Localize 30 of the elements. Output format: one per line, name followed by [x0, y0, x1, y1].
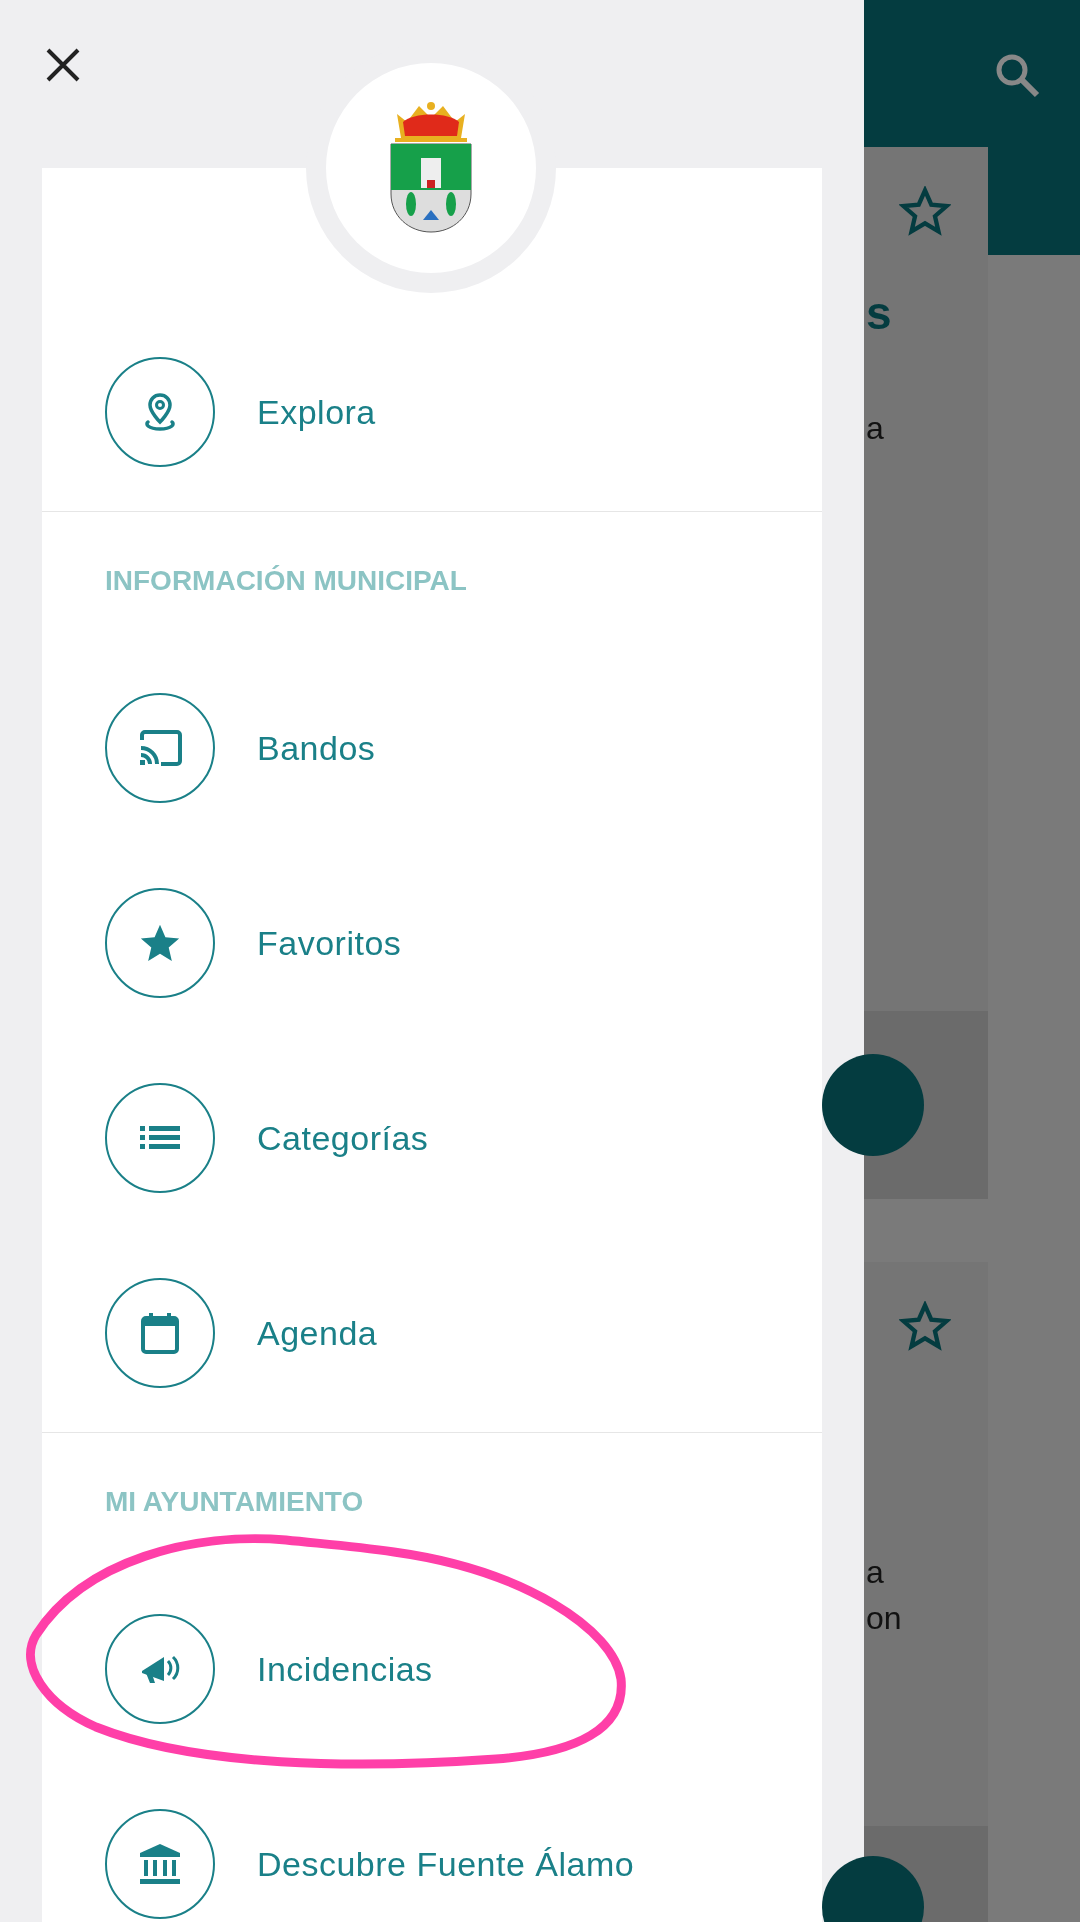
search-icon[interactable] — [994, 52, 1040, 98]
menu-item-label: Categorías — [257, 1117, 429, 1159]
menu-item[interactable]: Bandos — [42, 693, 822, 803]
text-fragment: s — [866, 290, 892, 336]
star-icon — [139, 923, 181, 963]
menu-item[interactable]: Descubre Fuente Álamo — [42, 1809, 822, 1919]
star-outline-icon[interactable] — [899, 186, 951, 236]
section-header: INFORMACIÓN MUNICIPAL — [104, 564, 468, 598]
star-outline-icon[interactable] — [899, 1301, 951, 1351]
text-fragment: on — [866, 1602, 902, 1634]
cast-icon — [137, 728, 183, 768]
menu-item-label: Favoritos — [257, 922, 402, 964]
close-icon — [45, 47, 81, 83]
menu-item[interactable]: Favoritos — [42, 888, 822, 998]
section-header: MI AYUNTAMIENTO — [104, 1485, 365, 1519]
menu-item-label: Incidencias — [257, 1648, 433, 1690]
menu-item-label: Explora — [257, 391, 376, 433]
menu-item[interactable]: Agenda — [42, 1278, 822, 1388]
list-icon — [140, 1126, 180, 1150]
menu-item-label: Agenda — [257, 1312, 378, 1354]
menu-item-label: Descubre Fuente Álamo — [257, 1843, 635, 1885]
menu-item[interactable]: Explora — [42, 357, 822, 467]
location-pin-icon — [143, 392, 177, 432]
menu-item[interactable]: Categorías — [42, 1083, 822, 1193]
text-fragment: a — [866, 1556, 884, 1588]
menu-item[interactable]: Incidencias — [42, 1614, 822, 1724]
bank-icon — [138, 1843, 182, 1885]
text-fragment: a — [866, 412, 884, 444]
menu-item-label: Bandos — [257, 727, 376, 769]
calendar-icon — [141, 1312, 179, 1354]
